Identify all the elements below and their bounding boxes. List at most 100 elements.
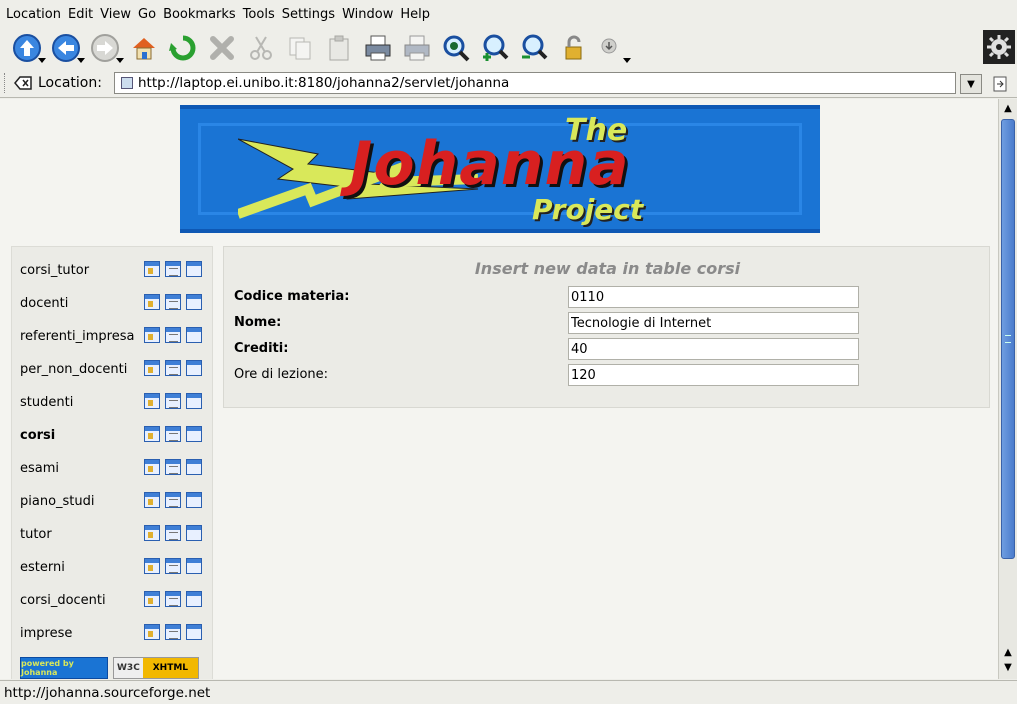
insert-row-icon[interactable] <box>186 624 202 640</box>
view-table-icon[interactable] <box>144 426 160 442</box>
sidebar-item-corsi-docenti[interactable]: corsi_docenti <box>20 591 206 611</box>
go-icon[interactable] <box>991 74 1009 94</box>
edit-table-icon[interactable] <box>165 426 181 442</box>
forward-icon[interactable] <box>88 31 124 65</box>
crediti-field[interactable] <box>568 338 859 360</box>
sidebar-item-esami[interactable]: esami <box>20 459 206 479</box>
menu-window[interactable]: Window <box>342 7 393 22</box>
scroll-down-arrow-icon[interactable]: ▼ <box>1001 660 1015 674</box>
toolbar-grip[interactable] <box>4 73 7 93</box>
view-table-icon[interactable] <box>144 591 160 607</box>
edit-table-icon[interactable] <box>165 327 181 343</box>
home-icon[interactable] <box>127 31 161 65</box>
zoom-in-icon[interactable] <box>478 31 512 65</box>
copy-icon[interactable] <box>283 31 317 65</box>
print-frame-icon[interactable] <box>400 31 434 65</box>
menu-help[interactable]: Help <box>400 7 430 22</box>
paste-icon[interactable] <box>322 31 356 65</box>
view-table-icon[interactable] <box>144 360 160 376</box>
sidebar-item-piano-studi[interactable]: piano_studi <box>20 492 206 512</box>
print-icon[interactable] <box>361 31 395 65</box>
url-history-dropdown[interactable]: ▼ <box>960 74 982 94</box>
insert-row-icon[interactable] <box>186 261 202 277</box>
view-table-icon[interactable] <box>144 525 160 541</box>
view-table-icon[interactable] <box>144 261 160 277</box>
insert-row-icon[interactable] <box>186 294 202 310</box>
sidebar-item-docenti[interactable]: docenti <box>20 294 206 314</box>
scroll-up-arrow-icon[interactable]: ▲ <box>1001 645 1015 659</box>
sidebar-item-referenti-impresa[interactable]: referenti_impresa <box>20 327 206 347</box>
view-table-icon[interactable] <box>144 492 160 508</box>
sidebar-item-corsi-tutor[interactable]: corsi_tutor <box>20 261 206 281</box>
vertical-scrollbar[interactable]: ▲ ▲ ▼ <box>998 99 1017 679</box>
edit-table-icon[interactable] <box>165 591 181 607</box>
view-icon[interactable] <box>439 31 473 65</box>
menu-go[interactable]: Go <box>138 7 156 22</box>
insert-row-icon[interactable] <box>186 558 202 574</box>
view-table-icon[interactable] <box>144 294 160 310</box>
up-icon[interactable] <box>10 31 46 65</box>
edit-table-icon[interactable] <box>165 459 181 475</box>
insert-row-icon[interactable] <box>186 492 202 508</box>
sidebar-item-label[interactable]: docenti <box>20 296 68 311</box>
back-icon[interactable] <box>49 31 85 65</box>
xhtml-valid-badge[interactable]: W3C XHTML <box>113 657 199 679</box>
edit-table-icon[interactable] <box>165 360 181 376</box>
sidebar-item-esterni[interactable]: esterni <box>20 558 206 578</box>
sidebar-item-label[interactable]: corsi_docenti <box>20 593 106 608</box>
edit-table-icon[interactable] <box>165 558 181 574</box>
reload-icon[interactable] <box>166 31 200 65</box>
sidebar-item-label[interactable]: studenti <box>20 395 73 410</box>
insert-row-icon[interactable] <box>186 591 202 607</box>
insert-row-icon[interactable] <box>186 426 202 442</box>
sidebar-item-label[interactable]: corsi_tutor <box>20 263 89 278</box>
sidebar-item-label[interactable]: esterni <box>20 560 65 575</box>
sidebar-item-tutor[interactable]: tutor <box>20 525 206 545</box>
clear-location-icon[interactable] <box>14 75 32 91</box>
cut-icon[interactable] <box>244 31 278 65</box>
edit-table-icon[interactable] <box>165 294 181 310</box>
edit-table-icon[interactable] <box>165 525 181 541</box>
insert-row-icon[interactable] <box>186 459 202 475</box>
sidebar-item-label[interactable]: esami <box>20 461 59 476</box>
menu-tools[interactable]: Tools <box>243 7 275 22</box>
sidebar-item-label[interactable]: per_non_docenti <box>20 362 127 377</box>
menu-view[interactable]: View <box>100 7 131 22</box>
insert-row-icon[interactable] <box>186 393 202 409</box>
nome-field[interactable] <box>568 312 859 334</box>
sidebar-item-label[interactable]: referenti_impresa <box>20 329 134 344</box>
insert-row-icon[interactable] <box>186 327 202 343</box>
menu-settings[interactable]: Settings <box>282 7 335 22</box>
security-icon[interactable] <box>556 31 590 65</box>
sidebar-item-corsi[interactable]: corsi <box>20 426 206 446</box>
view-table-icon[interactable] <box>144 327 160 343</box>
view-table-icon[interactable] <box>144 393 160 409</box>
view-table-icon[interactable] <box>144 459 160 475</box>
codice-materia-field[interactable] <box>568 286 859 308</box>
sidebar-item-label[interactable]: imprese <box>20 626 72 641</box>
menu-bookmarks[interactable]: Bookmarks <box>163 7 236 22</box>
ore-di-lezione-field[interactable] <box>568 364 859 386</box>
view-table-icon[interactable] <box>144 558 160 574</box>
edit-table-icon[interactable] <box>165 492 181 508</box>
insert-row-icon[interactable] <box>186 360 202 376</box>
sidebar-item-label[interactable]: tutor <box>20 527 52 542</box>
scroll-up-arrow-icon[interactable]: ▲ <box>1001 101 1015 115</box>
edit-table-icon[interactable] <box>165 624 181 640</box>
menu-edit[interactable]: Edit <box>68 7 93 22</box>
powered-by-johanna-badge[interactable]: powered by Johanna <box>20 657 108 679</box>
scrollbar-thumb[interactable] <box>1001 119 1015 559</box>
url-input[interactable]: http://laptop.ei.unibo.it:8180/johanna2/… <box>114 72 956 94</box>
edit-table-icon[interactable] <box>165 261 181 277</box>
menu-location[interactable]: Location <box>6 7 61 22</box>
sidebar-item-per-non-docenti[interactable]: per_non_docenti <box>20 360 206 380</box>
insert-row-icon[interactable] <box>186 525 202 541</box>
view-table-icon[interactable] <box>144 624 160 640</box>
sidebar-item-studenti[interactable]: studenti <box>20 393 206 413</box>
edit-table-icon[interactable] <box>165 393 181 409</box>
zoom-out-icon[interactable] <box>517 31 551 65</box>
stop-icon[interactable] <box>205 31 239 65</box>
download-icon[interactable] <box>595 31 631 65</box>
sidebar-item-imprese[interactable]: imprese <box>20 624 206 644</box>
sidebar-item-label[interactable]: corsi <box>20 428 55 443</box>
